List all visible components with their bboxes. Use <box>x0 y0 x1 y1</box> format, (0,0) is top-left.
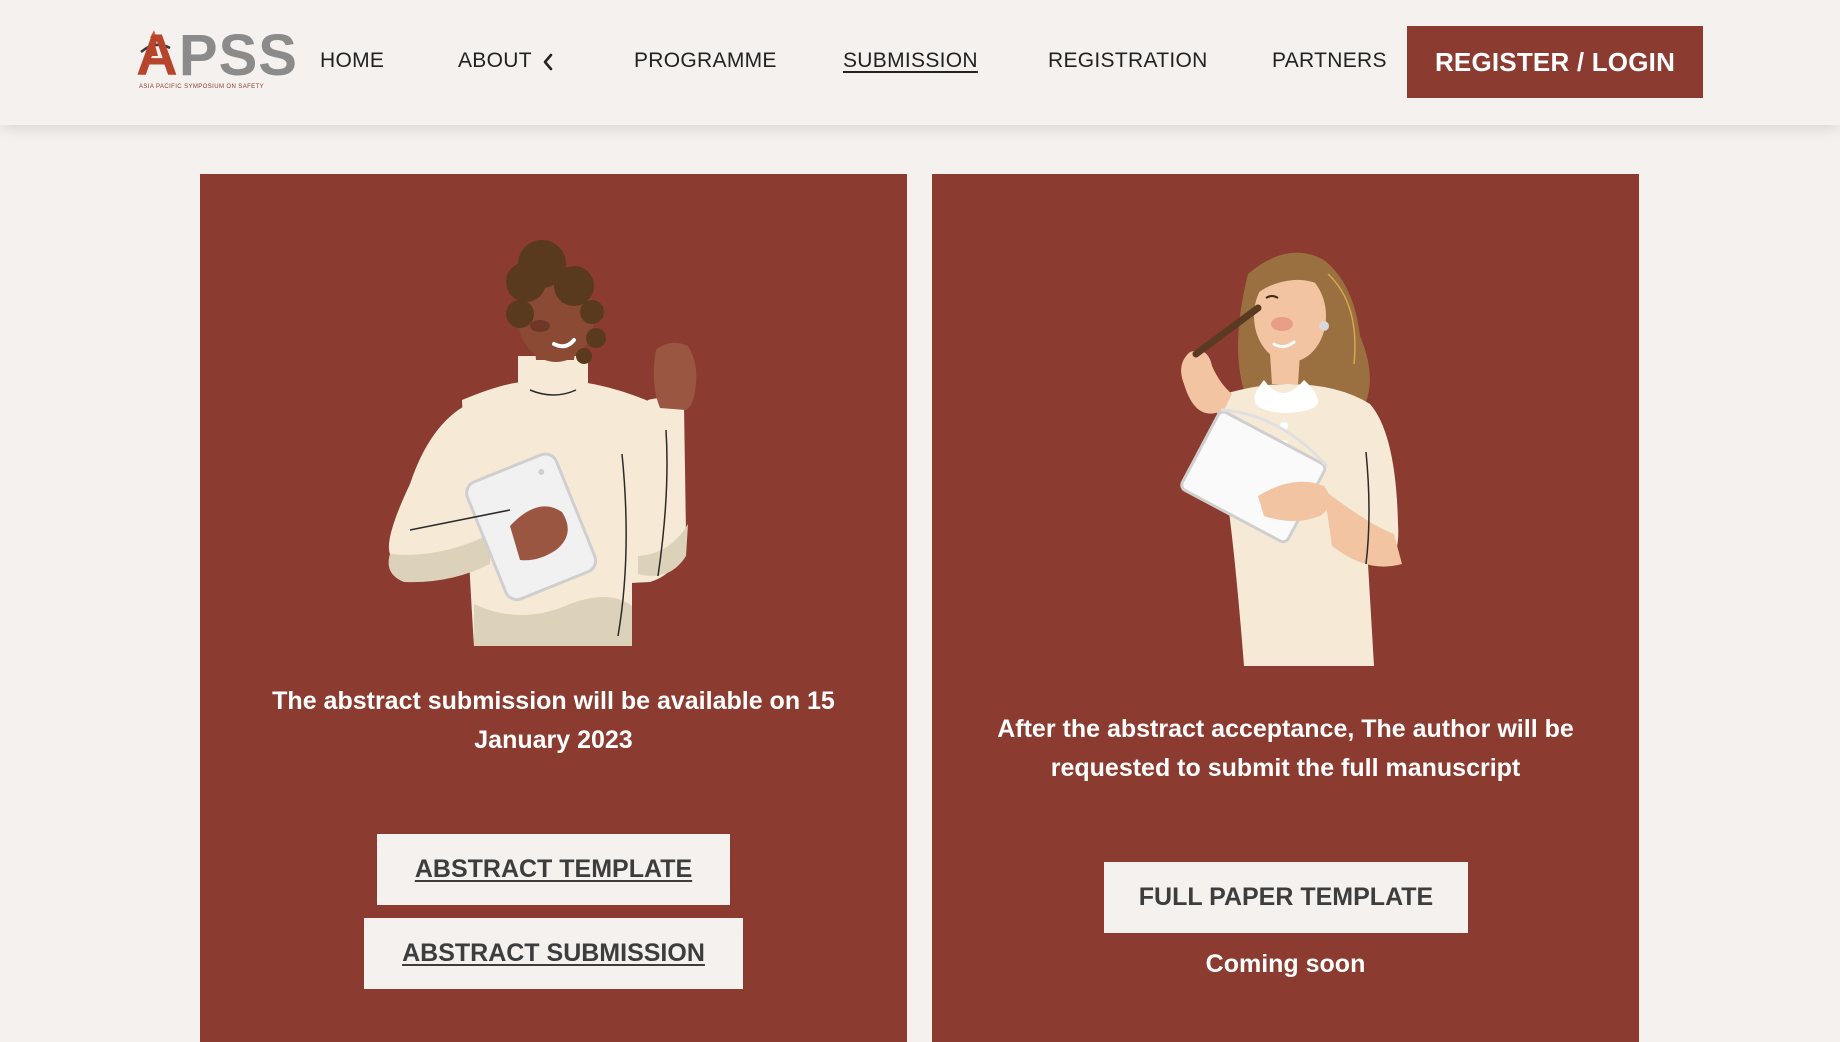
chevron-left-icon[interactable] <box>541 52 555 72</box>
nav-submission[interactable]: SUBMISSION <box>843 49 978 73</box>
top-navbar: APSS ASIA PACIFIC SYMPOSIUM ON SAFETY HO… <box>0 0 1840 125</box>
abstract-submission-button[interactable]: ABSTRACT SUBMISSION <box>364 918 743 989</box>
abstract-template-button[interactable]: ABSTRACT TEMPLATE <box>377 834 730 905</box>
nav-programme[interactable]: PROGRAMME <box>634 49 777 73</box>
woman-with-notebook-illustration <box>1180 252 1402 666</box>
logo-wordmark: APSS <box>136 23 298 88</box>
full-paper-template-button[interactable]: FULL PAPER TEMPLATE <box>1104 862 1468 933</box>
nav-about[interactable]: ABOUT <box>458 49 532 73</box>
nav-home[interactable]: HOME <box>320 49 384 73</box>
coming-soon-label: Coming soon <box>1205 950 1366 978</box>
apss-logo[interactable]: APSS ASIA PACIFIC SYMPOSIUM ON SAFETY <box>136 23 297 96</box>
register-login-button[interactable]: REGISTER / LOGIN <box>1407 26 1703 98</box>
nav-partners[interactable]: PARTNERS <box>1272 49 1387 73</box>
woman-with-tablet-illustration <box>388 240 697 646</box>
full-paper-card: After the abstract acceptance, The autho… <box>932 174 1639 1042</box>
nav-registration[interactable]: REGISTRATION <box>1048 49 1208 73</box>
abstract-availability-text: The abstract submission will be availabl… <box>272 687 835 754</box>
abstract-submission-card: The abstract submission will be availabl… <box>200 174 907 1042</box>
full-paper-instructions-text: After the abstract acceptance, The autho… <box>997 715 1574 782</box>
logo-tagline: ASIA PACIFIC SYMPOSIUM ON SAFETY <box>139 84 265 90</box>
